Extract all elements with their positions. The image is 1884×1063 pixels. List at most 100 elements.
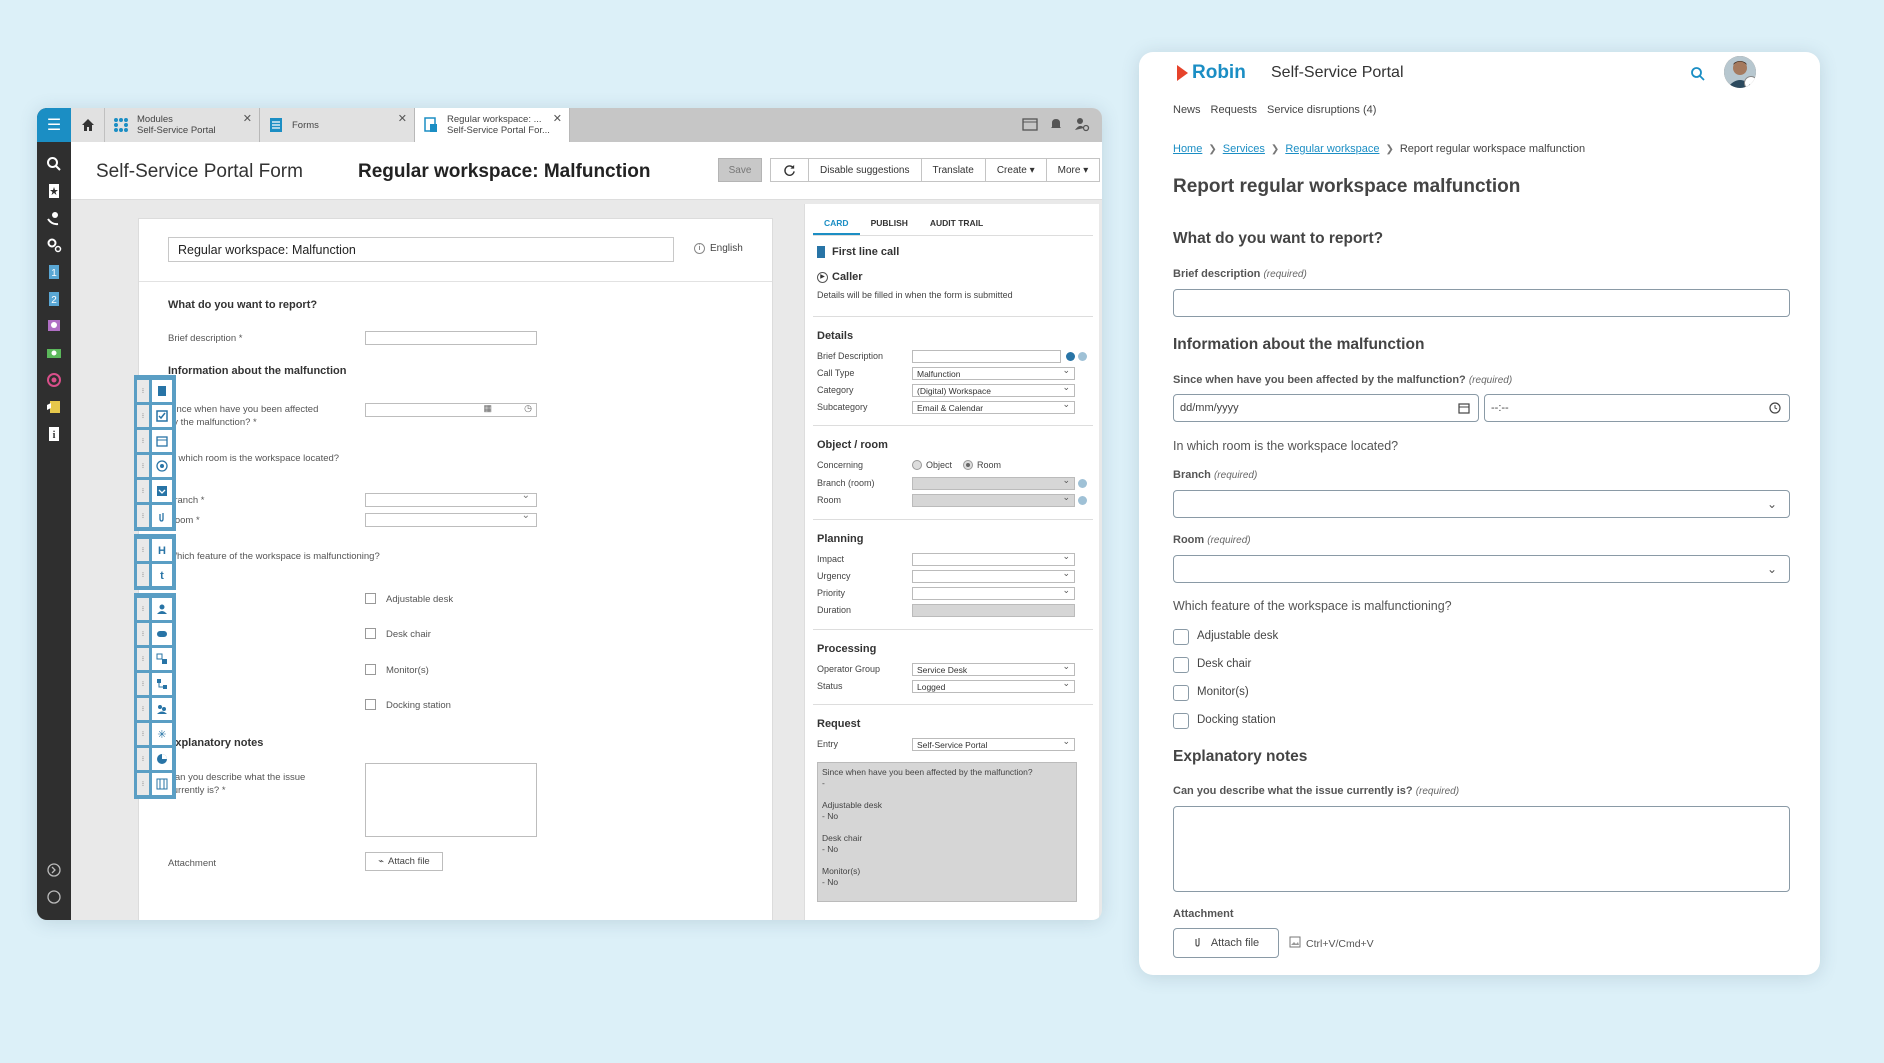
user-settings-icon[interactable] bbox=[1074, 116, 1090, 132]
save-button[interactable]: Save bbox=[718, 158, 762, 182]
info-dot-icon[interactable] bbox=[1078, 496, 1087, 505]
close-tab-icon[interactable]: ✕ bbox=[243, 112, 252, 125]
room-select[interactable] bbox=[365, 510, 537, 527]
home-icon[interactable] bbox=[71, 108, 105, 142]
toolbox-item[interactable]: ⁝ bbox=[137, 671, 173, 696]
create-button[interactable]: Create ▾ bbox=[986, 159, 1047, 181]
date-input[interactable]: dd/mm/yyyy bbox=[1173, 394, 1479, 422]
search-icon[interactable] bbox=[37, 150, 71, 177]
call-type-select[interactable]: Malfunction bbox=[912, 367, 1075, 380]
drag-handle-icon[interactable]: ⁝ bbox=[137, 722, 149, 745]
branch-select[interactable] bbox=[365, 490, 537, 507]
breadcrumb-regular-workspace[interactable]: Regular workspace bbox=[1285, 143, 1379, 155]
hamburger-menu-icon[interactable]: ☰ bbox=[37, 108, 71, 142]
translate-button[interactable]: Translate bbox=[922, 159, 986, 181]
drag-handle-icon[interactable]: ⁝ bbox=[137, 504, 149, 527]
robin-logo[interactable]: Robin bbox=[1177, 62, 1246, 84]
search-icon[interactable] bbox=[1690, 66, 1706, 82]
toolbox-item[interactable]: ⁝ bbox=[137, 621, 173, 646]
avatar[interactable]: ⌄ bbox=[1724, 56, 1756, 88]
close-tab-icon[interactable]: ✕ bbox=[553, 112, 562, 125]
asset-icon[interactable] bbox=[37, 366, 71, 393]
brief-description-input[interactable] bbox=[1173, 289, 1790, 317]
drag-handle-icon[interactable]: ⁝ bbox=[137, 538, 149, 561]
knowledge-icon[interactable] bbox=[37, 393, 71, 420]
toolbox-item[interactable]: ⁝ t bbox=[137, 562, 173, 587]
branch-select[interactable]: ⌄ bbox=[1173, 490, 1790, 518]
duration-field[interactable] bbox=[912, 604, 1075, 617]
close-tab-icon[interactable]: ✕ bbox=[398, 112, 407, 125]
drag-handle-icon[interactable]: ⁝ bbox=[137, 429, 149, 452]
drag-handle-icon[interactable]: ⁝ bbox=[137, 647, 149, 670]
info-icon[interactable]: i bbox=[37, 420, 71, 447]
toolbox-item[interactable]: ⁝ bbox=[137, 696, 173, 721]
room-select[interactable] bbox=[912, 494, 1075, 507]
refresh-icon[interactable] bbox=[771, 159, 809, 181]
request-textarea[interactable]: Since when have you been affected by the… bbox=[817, 762, 1077, 902]
brief-description-field[interactable] bbox=[912, 350, 1061, 363]
toolbox-item[interactable]: ⁝ bbox=[137, 478, 173, 503]
settings-gears-icon[interactable] bbox=[37, 231, 71, 258]
toolbox-item[interactable]: ⁝ bbox=[137, 453, 173, 478]
checkbox[interactable] bbox=[365, 628, 376, 639]
tab-publish[interactable]: PUBLISH bbox=[860, 218, 919, 235]
nav-service-disruptions[interactable]: Service disruptions (4) bbox=[1267, 104, 1376, 116]
category-select[interactable]: (Digital) Workspace bbox=[912, 384, 1075, 397]
drag-handle-icon[interactable]: ⁝ bbox=[137, 379, 149, 402]
compass-icon[interactable] bbox=[37, 883, 71, 910]
attach-file-button[interactable]: Attach file bbox=[1173, 928, 1279, 958]
more-button[interactable]: More ▾ bbox=[1047, 159, 1100, 181]
breadcrumb-home[interactable]: Home bbox=[1173, 143, 1202, 155]
bookmark-star-icon[interactable] bbox=[37, 177, 71, 204]
toolbox-item[interactable]: ⁝ bbox=[137, 771, 173, 796]
checkbox[interactable] bbox=[365, 664, 376, 675]
since-datetime-input[interactable]: ▦ ◷ bbox=[365, 403, 537, 417]
clock-icon[interactable] bbox=[1769, 402, 1781, 414]
drag-handle-icon[interactable]: ⁝ bbox=[137, 772, 149, 795]
nav-news[interactable]: News bbox=[1173, 104, 1201, 116]
attach-file-button[interactable]: ⌁ Attach file bbox=[365, 852, 443, 871]
drag-handle-icon[interactable]: ⁝ bbox=[137, 563, 149, 586]
desk-chair-checkbox[interactable] bbox=[1173, 657, 1189, 673]
language-selector[interactable]: i English bbox=[694, 243, 743, 254]
impact-select[interactable] bbox=[912, 553, 1075, 566]
nav-requests[interactable]: Requests bbox=[1211, 104, 1257, 116]
status-select[interactable]: Logged bbox=[912, 680, 1075, 693]
branch-room-select[interactable] bbox=[912, 477, 1075, 490]
info-dot-icon[interactable] bbox=[1078, 352, 1087, 361]
room-select[interactable]: ⌄ bbox=[1173, 555, 1790, 583]
operator-group-select[interactable]: Service Desk bbox=[912, 663, 1075, 676]
toolbox-item[interactable]: ⁝ bbox=[137, 646, 173, 671]
toolbox-item[interactable]: ⁝ ✳ bbox=[137, 721, 173, 746]
subcategory-select[interactable]: Email & Calendar bbox=[912, 401, 1075, 414]
toolbox-item[interactable]: ⁝ bbox=[137, 596, 173, 621]
toolbox-item[interactable]: ⁝ bbox=[137, 746, 173, 771]
bell-icon[interactable] bbox=[1048, 116, 1064, 132]
clock-icon[interactable]: ◷ bbox=[524, 403, 532, 414]
drag-handle-icon[interactable]: ⁝ bbox=[137, 597, 149, 620]
call-operator-icon[interactable] bbox=[37, 204, 71, 231]
checkbox[interactable] bbox=[365, 593, 376, 604]
room-radio[interactable] bbox=[963, 460, 973, 470]
change-icon[interactable] bbox=[37, 339, 71, 366]
tab-modules[interactable]: Modules Self-Service Portal ✕ bbox=[105, 108, 260, 142]
info-dot-icon[interactable] bbox=[1066, 352, 1075, 361]
play-icon[interactable]: ▶ bbox=[817, 272, 828, 283]
entry-select[interactable]: Self-Service Portal bbox=[912, 738, 1075, 751]
tab-card[interactable]: CARD bbox=[813, 218, 860, 235]
docking-station-checkbox[interactable] bbox=[1173, 713, 1189, 729]
monitors-checkbox[interactable] bbox=[1173, 685, 1189, 701]
calendar-icon[interactable] bbox=[1022, 116, 1038, 132]
toolbox-item[interactable]: ⁝ bbox=[137, 378, 173, 403]
describe-textarea[interactable] bbox=[1173, 806, 1790, 892]
toolbox-item[interactable]: ⁝ bbox=[137, 503, 173, 528]
breadcrumb-services[interactable]: Services bbox=[1223, 143, 1265, 155]
time-input[interactable]: --:-- bbox=[1484, 394, 1790, 422]
problem-icon[interactable] bbox=[37, 312, 71, 339]
drag-handle-icon[interactable]: ⁝ bbox=[137, 404, 149, 427]
checkbox[interactable] bbox=[365, 699, 376, 710]
first-line-icon[interactable]: 1 bbox=[37, 258, 71, 285]
drag-handle-icon[interactable]: ⁝ bbox=[137, 697, 149, 720]
adjustable-desk-checkbox[interactable] bbox=[1173, 629, 1189, 645]
calendar-icon[interactable]: ▦ bbox=[483, 403, 492, 414]
